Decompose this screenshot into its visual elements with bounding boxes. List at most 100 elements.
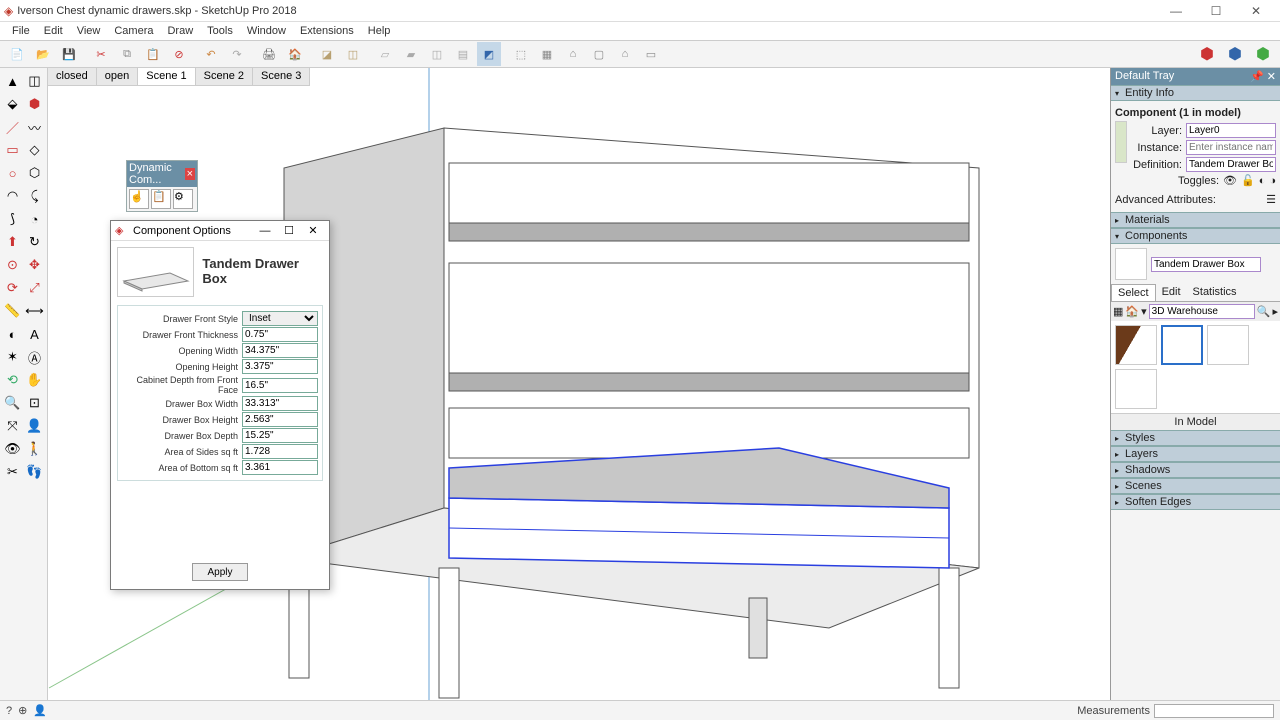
zoomall-tool[interactable]: ⤧ [2,415,23,437]
menu-tools[interactable]: Tools [201,24,239,38]
menu-view[interactable]: View [71,24,107,38]
person-icon[interactable]: 👤 [33,704,47,717]
list-icon[interactable]: ▦ [1113,305,1123,318]
dc-interact-icon[interactable]: ☝ [129,189,149,209]
view2-icon[interactable]: ▦ [535,42,559,66]
measurements-input[interactable] [1154,704,1274,718]
arc-tool[interactable]: ◠ [2,185,23,207]
freehand-tool[interactable]: 〰 [24,116,45,138]
menu-camera[interactable]: Camera [108,24,159,38]
viewport[interactable]: closed open Scene 1 Scene 2 Scene 3 [48,68,1110,700]
axes-red-icon[interactable]: ⬢ [1195,42,1219,66]
rectangle-tool[interactable]: ▭ [2,139,23,161]
definition-input[interactable] [1186,157,1276,172]
view6-icon[interactable]: ▭ [639,42,663,66]
select-tool[interactable]: ▲ [2,70,23,92]
view4-icon[interactable]: ▢ [587,42,611,66]
solid2-icon[interactable]: ◫ [341,42,365,66]
menu-edit[interactable]: Edit [38,24,69,38]
styles-header[interactable]: Styles [1125,432,1155,444]
circle-tool[interactable]: ○ [2,162,23,184]
scene-tab-2[interactable]: Scene 2 [196,68,253,85]
zoom-tool[interactable]: 🔍 [2,392,23,414]
pie-tool[interactable]: ◔ [24,208,45,230]
geo-icon[interactable]: ⊕ [18,704,27,717]
toggle-visible-icon[interactable]: 👁 [1223,174,1237,187]
drawer-front-thickness-input[interactable] [242,327,318,342]
dc-options-icon[interactable]: 📋 [151,189,171,209]
component-item-selected[interactable] [1161,325,1203,365]
maximize-button[interactable]: ☐ [1196,1,1236,21]
components-tab-select[interactable]: Select [1111,284,1156,301]
dynamic-components-palette[interactable]: Dynamic Com... × ☝ 📋 ⚙ [126,160,198,212]
search-icon[interactable]: 🔍 [1257,305,1271,318]
toggle-lock-icon[interactable]: 🔓 [1241,174,1255,187]
lasso-tool[interactable]: ◫ [24,70,45,92]
paste-icon[interactable]: 📋 [141,42,165,66]
area-sides-input[interactable] [242,444,318,459]
eraser-tool[interactable]: ⬙ [2,93,23,115]
apply-button[interactable]: Apply [192,563,248,581]
component-item[interactable] [1207,325,1249,365]
walk-tool[interactable]: 🚶 [24,438,45,460]
arc2-tool[interactable]: ⤹ [24,185,45,207]
section-tool[interactable]: ✂ [2,461,23,483]
toggle-cast-icon[interactable]: ◑ [1269,175,1276,187]
scene-tab-closed[interactable]: closed [48,68,97,85]
menu-help[interactable]: Help [362,24,397,38]
drawer-box-depth-input[interactable] [242,428,318,443]
orbit-tool[interactable]: ⟲ [2,369,23,391]
delete-icon[interactable]: ⊘ [167,42,191,66]
view5-icon[interactable]: ⌂ [613,42,637,66]
scene-tab-open[interactable]: open [97,68,138,85]
menu-window[interactable]: Window [241,24,292,38]
axes-blue-icon[interactable]: ⬢ [1223,42,1247,66]
shadows-header[interactable]: Shadows [1125,464,1170,476]
components-tab-stats[interactable]: Statistics [1187,284,1243,301]
tray-pin-icon[interactable]: 📌 ✕ [1250,70,1276,83]
axes-green-icon[interactable]: ⬢ [1251,42,1275,66]
line-tool[interactable]: ／ [2,116,23,138]
component-name-input[interactable] [1151,257,1261,272]
rotate-tool[interactable]: ⟳ [2,277,23,299]
cabinet-depth-input[interactable] [242,378,318,393]
lookaround-tool[interactable]: 👁 [2,438,23,460]
soften-header[interactable]: Soften Edges [1125,496,1191,508]
home-icon[interactable]: 🏠 [1125,305,1139,318]
scene-tab-3[interactable]: Scene 3 [253,68,310,85]
rotrect-tool[interactable]: ◇ [24,139,45,161]
help-icon[interactable]: ? [6,705,12,717]
opening-height-input[interactable] [242,359,318,374]
drawer-box-height-input[interactable] [242,412,318,427]
component-item[interactable] [1115,325,1157,365]
print-icon[interactable]: 🖨 [257,42,281,66]
open-icon[interactable]: 📂 [31,42,55,66]
polygon-tool[interactable]: ⬡ [24,162,45,184]
dropdown-icon[interactable]: ▾ [1141,305,1147,318]
dc-attributes-icon[interactable]: ⚙ [173,189,193,209]
instance-input[interactable] [1186,140,1276,155]
scenes-header[interactable]: Scenes [1125,480,1162,492]
style3-icon[interactable]: ◫ [425,42,449,66]
components-header[interactable]: Components [1125,230,1187,242]
dialog-minimize-button[interactable]: — [253,225,277,237]
layer-select[interactable] [1186,123,1276,138]
menu-extensions[interactable]: Extensions [294,24,360,38]
close-button[interactable]: ✕ [1236,1,1276,21]
materials-header[interactable]: Materials [1125,214,1170,226]
pushpull-tool[interactable]: ⬆ [2,231,23,253]
pan-tool[interactable]: ✋ [24,369,45,391]
toggle-shadow-icon[interactable]: ◐ [1259,175,1266,187]
model-icon[interactable]: 🏠 [283,42,307,66]
new-icon[interactable]: 📄 [5,42,29,66]
axes-tool[interactable]: ✶ [2,346,23,368]
style1-icon[interactable]: ▱ [373,42,397,66]
layers-header[interactable]: Layers [1125,448,1158,460]
protractor-tool[interactable]: ◐ [2,323,23,345]
menu-draw[interactable]: Draw [161,24,199,38]
style5-icon[interactable]: ◩ [477,42,501,66]
drawer-front-style-select[interactable]: Inset [242,311,318,326]
tape-tool[interactable]: 📏 [2,300,23,322]
style2-icon[interactable]: ▰ [399,42,423,66]
3dtext-tool[interactable]: Ⓐ [24,346,45,368]
